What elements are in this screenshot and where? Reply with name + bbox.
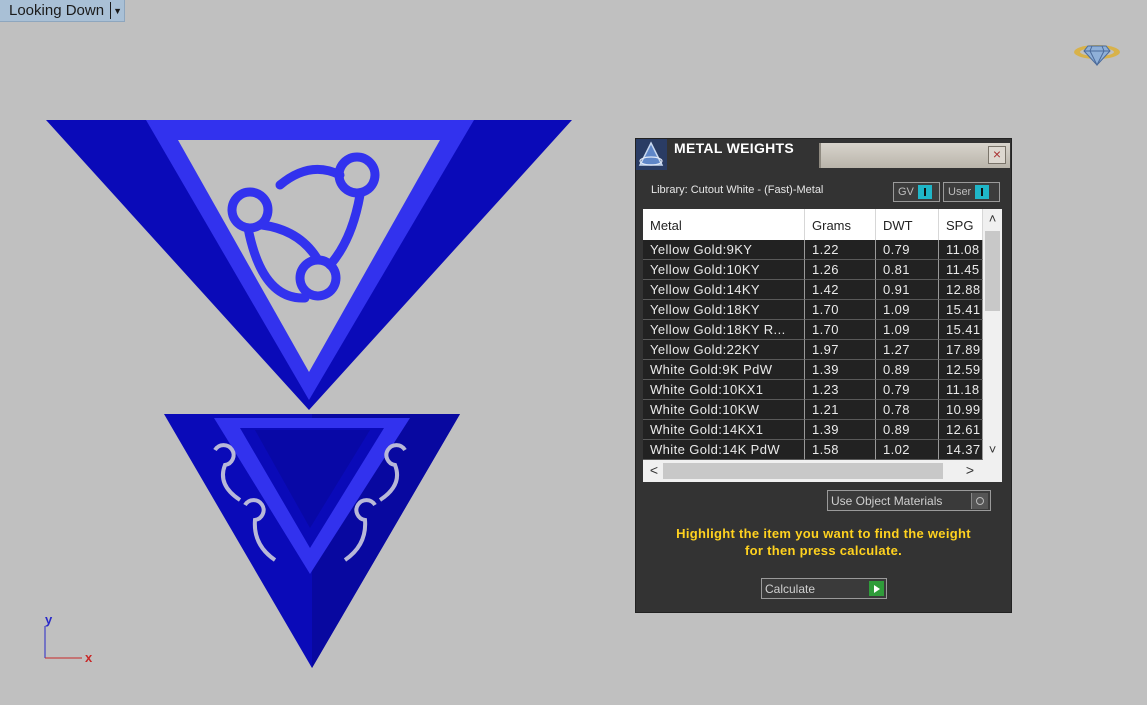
cell-spg: 14.37: [939, 440, 983, 460]
gv-toggle-label: GV: [898, 186, 914, 198]
cell-dwt: 0.89: [876, 420, 939, 440]
cell-grams: 1.26: [805, 260, 876, 280]
cell-grams: 1.70: [805, 300, 876, 320]
cell-metal: Yellow Gold:9KY: [643, 240, 805, 260]
instruction-line-2: for then press calculate.: [744, 543, 903, 558]
table-row[interactable]: Yellow Gold:9KY 1.22 0.79 11.08: [643, 240, 983, 260]
table-row[interactable]: White Gold:10KW 1.21 0.78 10.99: [643, 400, 983, 420]
table-row[interactable]: Yellow Gold:22KY 1.97 1.27 17.89: [643, 340, 983, 360]
cell-grams: 1.70: [805, 320, 876, 340]
panel-title: METAL WEIGHTS: [674, 140, 795, 156]
axis-y-label: y: [45, 612, 53, 627]
cell-grams: 1.23: [805, 380, 876, 400]
cell-dwt: 0.81: [876, 260, 939, 280]
cell-dwt: 0.89: [876, 360, 939, 380]
cell-metal: White Gold:14K PdW: [643, 440, 805, 460]
cell-dwt: 0.78: [876, 400, 939, 420]
cell-grams: 1.42: [805, 280, 876, 300]
cell-metal: White Gold:10KX1: [643, 380, 805, 400]
scrollbar-corner: [983, 460, 1002, 482]
table-row[interactable]: Yellow Gold:18KY R... 1.70 1.09 15.41: [643, 320, 983, 340]
panel-header[interactable]: METAL WEIGHTS ×: [636, 139, 1011, 170]
table-row[interactable]: White Gold:14KX1 1.39 0.89 12.61: [643, 420, 983, 440]
toggle-switch-icon[interactable]: [917, 185, 932, 199]
axis-indicator: y x: [44, 612, 93, 665]
instruction-line-1: Highlight the item you want to find the …: [676, 526, 971, 541]
cell-spg: 11.18: [939, 380, 983, 400]
scroll-right-icon[interactable]: ˃: [961, 462, 979, 480]
cell-grams: 1.97: [805, 340, 876, 360]
cell-grams: 1.39: [805, 360, 876, 380]
cell-metal: Yellow Gold:10KY: [643, 260, 805, 280]
cell-spg: 11.45: [939, 260, 983, 280]
cell-spg: 17.89: [939, 340, 983, 360]
metal-table: Metal Grams DWT SPG Yellow Gold:9KY 1.22 0…: [643, 209, 1002, 482]
use-object-materials-option[interactable]: Use Object Materials: [827, 490, 991, 511]
instructions-text: Highlight the item you want to find the …: [636, 525, 1011, 559]
user-toggle-label: User: [948, 186, 972, 198]
table-row[interactable]: Yellow Gold:10KY 1.26 0.81 11.45: [643, 260, 983, 280]
axis-x-label: x: [85, 650, 93, 665]
table-row[interactable]: White Gold:10KX1 1.23 0.79 11.18: [643, 380, 983, 400]
cell-dwt: 0.91: [876, 280, 939, 300]
cell-dwt: 0.79: [876, 380, 939, 400]
cell-metal: White Gold:14KX1: [643, 420, 805, 440]
cell-spg: 12.61: [939, 420, 983, 440]
scroll-left-icon[interactable]: ˂: [645, 462, 663, 480]
cell-spg: 12.88: [939, 280, 983, 300]
cell-metal: Yellow Gold:22KY: [643, 340, 805, 360]
column-header-dwt[interactable]: DWT: [876, 209, 939, 240]
cell-dwt: 1.09: [876, 320, 939, 340]
panel-titlebar[interactable]: ×: [819, 143, 1010, 168]
close-icon[interactable]: ×: [993, 146, 1001, 162]
cell-spg: 15.41: [939, 320, 983, 340]
cell-spg: 11.08: [939, 240, 983, 260]
column-header-spg[interactable]: SPG: [939, 209, 983, 240]
radio-icon[interactable]: [971, 492, 988, 509]
vertical-scrollbar[interactable]: ˄ ˅: [983, 209, 1002, 460]
column-header-grams[interactable]: Grams: [805, 209, 876, 240]
library-label: Library: Cutout White - (Fast)-Metal: [651, 184, 824, 196]
use-object-materials-label: Use Object Materials: [831, 493, 943, 508]
cell-grams: 1.21: [805, 400, 876, 420]
table-row[interactable]: Yellow Gold:14KY 1.42 0.91 12.88: [643, 280, 983, 300]
metal-weights-panel: METAL WEIGHTS × Library: Cutout White - …: [635, 138, 1012, 613]
table-row[interactable]: Yellow Gold:18KY 1.70 1.09 15.41: [643, 300, 983, 320]
cell-metal: White Gold:10KW: [643, 400, 805, 420]
cell-grams: 1.22: [805, 240, 876, 260]
cell-spg: 10.99: [939, 400, 983, 420]
horizontal-scrollbar[interactable]: ˂ ˃: [643, 460, 983, 482]
cell-metal: Yellow Gold:18KY: [643, 300, 805, 320]
cell-metal: Yellow Gold:18KY R...: [643, 320, 805, 340]
user-toggle[interactable]: User: [943, 182, 1000, 202]
pendant-model: [46, 120, 572, 668]
column-header-metal[interactable]: Metal: [643, 209, 805, 240]
cell-metal: White Gold:9K PdW: [643, 360, 805, 380]
scroll-up-icon[interactable]: ˄: [983, 211, 1002, 229]
toggle-switch-icon[interactable]: [975, 185, 990, 199]
table-body: Yellow Gold:9KY 1.22 0.79 11.08 Yellow Gold…: [643, 240, 983, 460]
calculate-label: Calculate: [765, 581, 816, 596]
cell-grams: 1.58: [805, 440, 876, 460]
close-button[interactable]: ×: [988, 146, 1006, 164]
scroll-down-icon[interactable]: ˅: [983, 442, 1002, 460]
play-icon[interactable]: [869, 581, 884, 596]
calculate-button[interactable]: Calculate: [761, 578, 887, 599]
cell-grams: 1.39: [805, 420, 876, 440]
gem-icon[interactable]: [1072, 36, 1122, 68]
vertical-scroll-thumb[interactable]: [985, 231, 1000, 311]
horizontal-scroll-thumb[interactable]: [663, 463, 943, 479]
panel-logo-icon: [636, 139, 667, 170]
cell-metal: Yellow Gold:14KY: [643, 280, 805, 300]
cell-dwt: 1.02: [876, 440, 939, 460]
cell-dwt: 1.27: [876, 340, 939, 360]
table-row[interactable]: White Gold:14K PdW 1.58 1.02 14.37: [643, 440, 983, 460]
table-row[interactable]: White Gold:9K PdW 1.39 0.89 12.59: [643, 360, 983, 380]
cell-dwt: 0.79: [876, 240, 939, 260]
gv-toggle[interactable]: GV: [893, 182, 940, 202]
table-header: Metal Grams DWT SPG: [643, 209, 983, 240]
cell-spg: 12.59: [939, 360, 983, 380]
cell-spg: 15.41: [939, 300, 983, 320]
cell-dwt: 1.09: [876, 300, 939, 320]
